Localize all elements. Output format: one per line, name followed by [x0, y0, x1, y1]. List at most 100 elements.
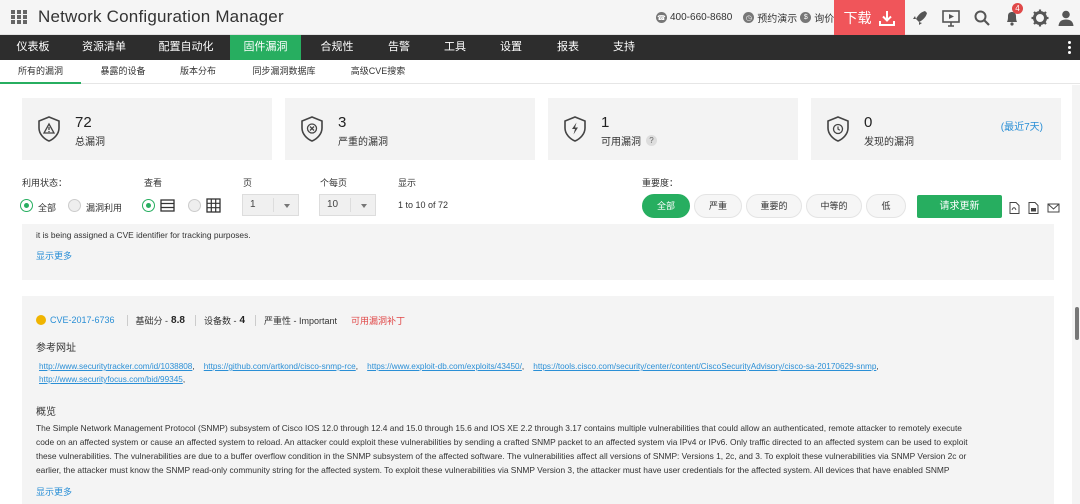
download-icon: [878, 10, 895, 26]
total-label: 总漏洞: [75, 137, 105, 148]
severity-moderate-button[interactable]: 中等的: [806, 194, 862, 218]
base-score-label: 基础分 -: [135, 315, 169, 326]
nav-alarms[interactable]: 告警: [374, 35, 424, 60]
download-label: 下载: [843, 9, 872, 26]
overview-line: The Simple Network Management Protocol (…: [36, 423, 962, 433]
radio-grid-view[interactable]: [188, 199, 201, 212]
nav-reports[interactable]: 报表: [543, 35, 593, 60]
nav-inventory[interactable]: 资源清单: [70, 35, 138, 60]
entry-header: CVE-2017-6736 基础分 - 8.8 设备数 - 4 严重性 - Im…: [36, 313, 405, 327]
nav-support[interactable]: 支持: [599, 35, 649, 60]
severity-critical-button[interactable]: 严重: [694, 194, 742, 218]
discovered-count: 0: [864, 114, 873, 131]
nav-config-automation[interactable]: 配置自动化: [148, 35, 224, 60]
total-count: 72: [75, 114, 92, 131]
card-total-vulnerabilities[interactable]: 72 总漏洞: [22, 98, 272, 160]
severity-low-button[interactable]: 低: [866, 194, 906, 218]
exploit-shield-icon: [564, 116, 586, 142]
per-page-select[interactable]: 10: [319, 194, 376, 216]
tab-exposed-devices[interactable]: 暴露的设备: [88, 60, 158, 84]
show-more-link[interactable]: 显示更多: [36, 485, 72, 498]
critical-label: 严重的漏洞: [338, 137, 388, 148]
page-select[interactable]: 1: [242, 194, 299, 216]
radio-all-label[interactable]: 全部: [38, 201, 56, 214]
severity-all-button[interactable]: 全部: [642, 194, 690, 218]
presentation-icon[interactable]: [941, 8, 961, 28]
recent-period-label[interactable]: (最近7天): [1001, 118, 1043, 133]
main-nav: 仪表板 资源清单 配置自动化 固件漏洞 合规性 告警 工具 设置 报表 支持: [0, 35, 1080, 60]
phone-number: 400-660-8680: [670, 12, 733, 23]
app-grid-icon[interactable]: [11, 10, 27, 24]
radio-list-view[interactable]: [142, 199, 155, 212]
csv-export-icon[interactable]: [1028, 202, 1039, 214]
display-label: 显示: [398, 178, 417, 188]
critical-count: 3: [338, 114, 347, 131]
radio-all[interactable]: [20, 199, 33, 212]
help-icon[interactable]: ?: [646, 135, 657, 146]
reference-link[interactable]: http://www.securitytracker.com/id/103880…: [39, 362, 192, 371]
nav-tools[interactable]: 工具: [430, 35, 480, 60]
radio-exploited[interactable]: [68, 199, 81, 212]
vulnerability-entry: it is being assigned a CVE identifier fo…: [22, 224, 1054, 280]
tab-advanced-cve-search[interactable]: 高级CVE搜索: [340, 60, 416, 84]
critical-shield-icon: [301, 116, 323, 142]
nav-dashboard[interactable]: 仪表板: [0, 35, 66, 60]
grid-view-icon[interactable]: [206, 198, 221, 213]
overview-title: 概览: [36, 407, 56, 418]
chevron-down-icon: [284, 204, 290, 208]
tab-all-vulnerabilities[interactable]: 所有的漏洞: [0, 60, 81, 84]
tab-version-distribution[interactable]: 版本分布: [170, 60, 226, 84]
severity-text: 严重性 - Important: [264, 315, 338, 326]
tab-sync-database[interactable]: 同步漏洞数据库: [242, 60, 326, 84]
pdf-export-icon[interactable]: [1009, 202, 1020, 214]
references-title: 参考网址: [36, 343, 76, 354]
gear-icon[interactable]: [1030, 8, 1050, 28]
rocket-icon[interactable]: [910, 8, 930, 28]
per-page-select-value: 10: [327, 199, 339, 210]
discovered-shield-icon: [827, 116, 849, 142]
demo-link[interactable]: 预约演示: [757, 10, 797, 25]
card-critical-vulnerabilities[interactable]: 3 严重的漏洞: [285, 98, 535, 160]
top-bar: Network Configuration Manager ☎ 400-660-…: [0, 0, 1080, 35]
page-select-value: 1: [250, 199, 256, 210]
per-page-label: 个每页: [320, 178, 348, 188]
search-icon[interactable]: [972, 8, 992, 28]
exploit-status-label: 利用状态：: [22, 178, 68, 188]
reference-link[interactable]: https://github.com/artkond/cisco-snmp-rc…: [204, 362, 356, 371]
card-discovered-vulnerabilities[interactable]: 0 发现的漏洞 (最近7天): [811, 98, 1061, 160]
device-count-label: 设备数 -: [203, 315, 237, 326]
view-label: 查看: [144, 178, 163, 188]
patch-available-link[interactable]: 可用漏洞补丁: [351, 314, 405, 327]
reference-link[interactable]: https://www.exploit-db.com/exploits/4345…: [367, 362, 522, 371]
reference-link[interactable]: https://tools.cisco.com/security/center/…: [533, 362, 876, 371]
overview-line: these vulnerabilities. The vulnerabiliti…: [36, 451, 967, 461]
base-score-value: 8.8: [171, 314, 185, 326]
discovered-label: 发现的漏洞: [864, 137, 914, 148]
list-view-icon[interactable]: [160, 199, 175, 212]
device-count-value[interactable]: 4: [239, 315, 245, 326]
vulnerability-entry: CVE-2017-6736 基础分 - 8.8 设备数 - 4 严重性 - Im…: [22, 296, 1054, 504]
show-more-link[interactable]: 显示更多: [36, 249, 72, 262]
more-menu-icon[interactable]: [1068, 41, 1072, 55]
exploitable-count: 1: [601, 114, 610, 131]
quote-link[interactable]: 询价: [814, 10, 834, 25]
entry-description: it is being assigned a CVE identifier fo…: [36, 230, 251, 240]
nav-settings[interactable]: 设置: [486, 35, 536, 60]
severity-important-button[interactable]: 重要的: [746, 194, 802, 218]
reference-link[interactable]: http://www.securityfocus.com/bid/99345: [39, 375, 183, 384]
email-icon[interactable]: [1047, 202, 1060, 214]
notification-badge: 4: [1012, 3, 1023, 14]
request-update-button[interactable]: 请求更新: [917, 195, 1002, 218]
card-exploitable-vulnerabilities[interactable]: 1 可用漏洞 ?: [548, 98, 798, 160]
radio-exploited-label[interactable]: 漏洞利用: [86, 201, 122, 214]
cve-id-link[interactable]: CVE-2017-6736: [50, 315, 115, 325]
scrollbar-thumb[interactable]: [1075, 307, 1079, 340]
nav-firmware-vulnerabilities[interactable]: 固件漏洞: [230, 35, 301, 60]
user-icon[interactable]: [1056, 8, 1076, 28]
warning-shield-icon: [38, 116, 60, 142]
download-button[interactable]: 下载: [834, 0, 905, 35]
app-title: Network Configuration Manager: [38, 7, 284, 26]
scrollbar[interactable]: [1072, 85, 1080, 504]
nav-compliance[interactable]: 合规性: [307, 35, 367, 60]
overview-line: code on an affected system or cause an a…: [36, 437, 968, 447]
